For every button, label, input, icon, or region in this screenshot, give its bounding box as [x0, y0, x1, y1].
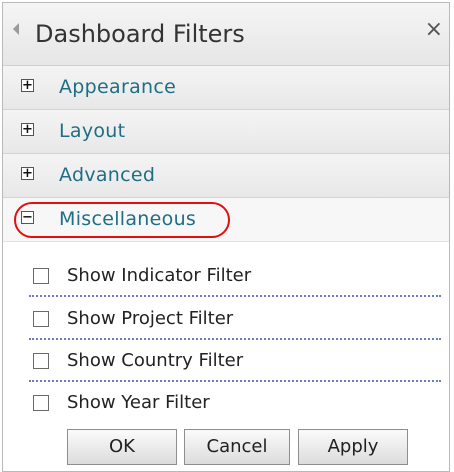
- highlight-annotation: [14, 202, 230, 238]
- checkbox[interactable]: [33, 268, 49, 284]
- section-label[interactable]: Advanced: [59, 164, 155, 186]
- checkbox[interactable]: [33, 311, 49, 327]
- section-advanced[interactable]: + Advanced: [3, 154, 449, 198]
- apply-button[interactable]: Apply: [298, 429, 408, 465]
- option-show-year-filter[interactable]: Show Year Filter: [3, 381, 449, 424]
- panel-header: Dashboard Filters ×: [3, 3, 449, 66]
- option-label[interactable]: Show Indicator Filter: [67, 265, 251, 286]
- close-icon[interactable]: ×: [425, 19, 443, 41]
- section-label[interactable]: Appearance: [59, 76, 176, 98]
- option-show-country-filter[interactable]: Show Country Filter: [3, 339, 449, 382]
- ok-button[interactable]: OK: [67, 429, 177, 465]
- cancel-button[interactable]: Cancel: [184, 429, 290, 465]
- option-show-project-filter[interactable]: Show Project Filter: [3, 297, 449, 340]
- option-label[interactable]: Show Year Filter: [67, 392, 210, 413]
- section-miscellaneous[interactable]: − Miscellaneous: [3, 198, 449, 242]
- expand-icon[interactable]: +: [21, 123, 34, 136]
- expand-icon[interactable]: +: [21, 167, 34, 180]
- checkbox[interactable]: [33, 395, 49, 411]
- expand-icon[interactable]: +: [21, 79, 34, 92]
- dashboard-filters-panel: Dashboard Filters × + Appearance + Layou…: [2, 2, 450, 472]
- option-show-indicator-filter[interactable]: Show Indicator Filter: [3, 254, 449, 297]
- collapse-arrow-icon[interactable]: [13, 23, 19, 35]
- option-label[interactable]: Show Country Filter: [67, 350, 243, 371]
- panel-title: Dashboard Filters: [35, 20, 245, 48]
- section-label[interactable]: Layout: [59, 120, 125, 142]
- section-appearance[interactable]: + Appearance: [3, 66, 449, 110]
- section-layout[interactable]: + Layout: [3, 110, 449, 154]
- option-label[interactable]: Show Project Filter: [67, 308, 233, 329]
- checkbox[interactable]: [33, 353, 49, 369]
